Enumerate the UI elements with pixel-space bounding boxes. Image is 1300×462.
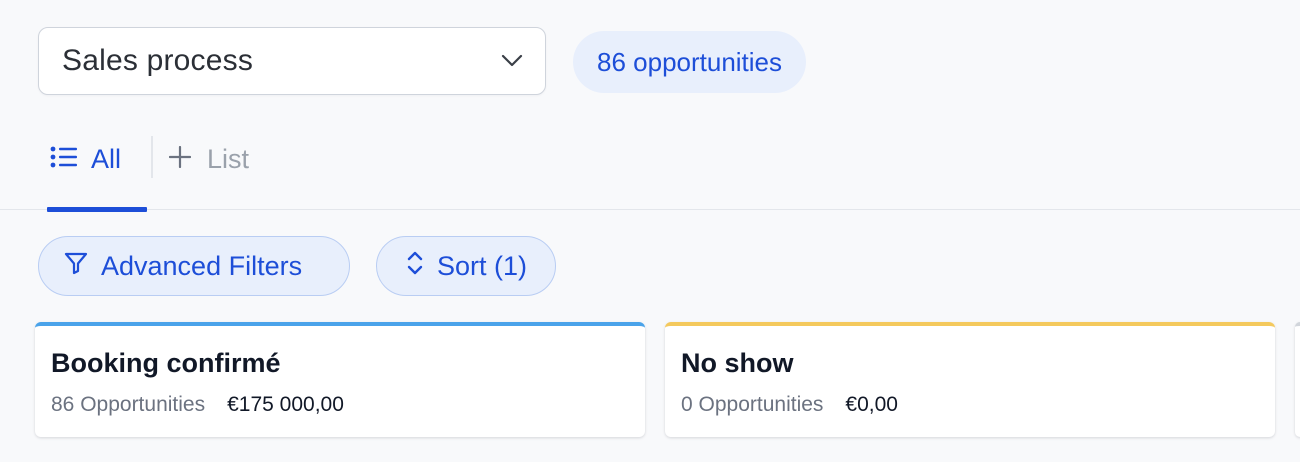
- sort-label: Sort (1): [437, 250, 528, 281]
- chevron-down-icon: [501, 54, 523, 68]
- stage-opportunity-count: 86 Opportunities: [51, 393, 206, 416]
- view-tabs: All List: [0, 110, 1300, 212]
- plus-icon: [168, 144, 192, 175]
- advanced-filters-label: Advanced Filters: [101, 250, 303, 281]
- opportunity-count-badge: 86 opportunities: [573, 31, 807, 93]
- list-icon: [50, 144, 78, 175]
- stage-amount: €175 000,00: [227, 393, 344, 416]
- stage-title: No show: [681, 348, 794, 378]
- sort-button[interactable]: Sort (1): [376, 236, 556, 296]
- stage-card-partial: [1295, 322, 1300, 437]
- tab-divider: [151, 136, 153, 178]
- pipeline-select-value: Sales process: [62, 44, 254, 77]
- stage-card[interactable]: No show 0 Opportunities €0,00: [665, 322, 1275, 437]
- stage-title: Booking confirmé: [51, 348, 281, 378]
- stage-card[interactable]: Booking confirmé 86 Opportunities €175 0…: [35, 322, 645, 437]
- active-tab-indicator: [47, 207, 147, 212]
- tab-all[interactable]: All: [47, 110, 147, 212]
- filter-icon: [63, 250, 89, 283]
- tab-all-label: All: [91, 143, 122, 174]
- pipeline-select[interactable]: Sales process: [38, 27, 546, 95]
- stage-opportunity-count: 0 Opportunities: [681, 393, 824, 416]
- sort-icon: [405, 250, 425, 283]
- opportunity-count-label: 86 opportunities: [597, 46, 783, 77]
- advanced-filters-button[interactable]: Advanced Filters: [38, 236, 350, 296]
- stage-amount: €0,00: [845, 393, 898, 416]
- add-list-label: List: [207, 143, 250, 174]
- add-list-tab[interactable]: List: [168, 110, 250, 208]
